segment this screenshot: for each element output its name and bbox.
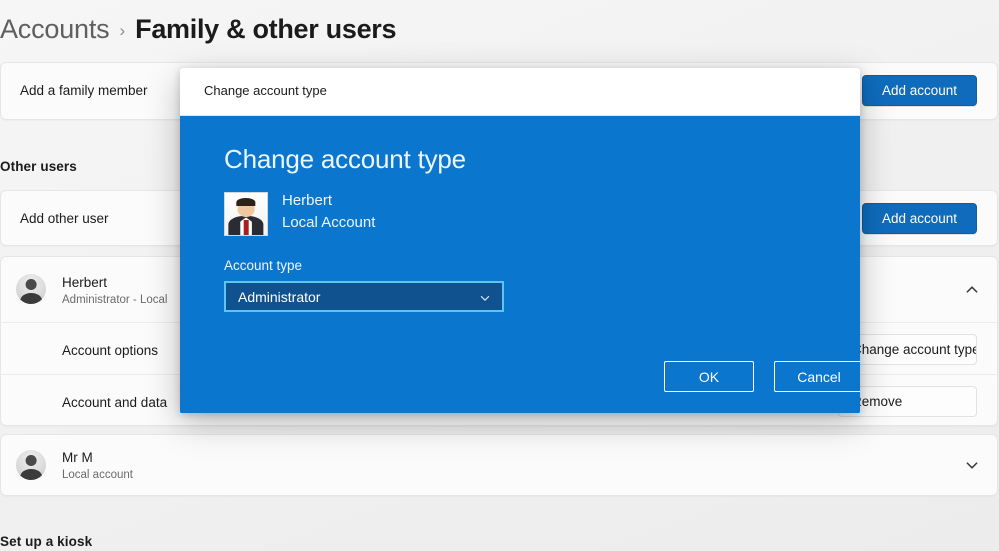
- chevron-up-icon[interactable]: [963, 281, 981, 299]
- avatar-herbert: [16, 274, 46, 304]
- dialog-body: Change account type Herbert Local Accoun…: [180, 116, 860, 413]
- dialog-user-name: Herbert: [282, 192, 332, 209]
- dialog-heading: Change account type: [224, 144, 466, 175]
- chevron-down-icon[interactable]: [963, 456, 981, 474]
- user-subtitle-herbert: Administrator - Local: [62, 294, 167, 306]
- user-name-herbert: Herbert: [62, 275, 107, 290]
- account-options-label: Account options: [62, 343, 158, 358]
- breadcrumb: Accounts › Family & other users: [0, 14, 396, 45]
- cancel-button[interactable]: Cancel: [774, 361, 860, 392]
- kiosk-heading: Set up a kiosk: [0, 534, 92, 549]
- user-subtitle-mrm: Local account: [62, 469, 133, 481]
- add-family-account-button[interactable]: Add account: [862, 75, 977, 106]
- user-name-mrm: Mr M: [62, 450, 93, 465]
- breadcrumb-accounts-link[interactable]: Accounts: [0, 14, 109, 45]
- other-users-heading: Other users: [0, 159, 77, 174]
- ok-button[interactable]: OK: [664, 361, 754, 392]
- account-type-dropdown[interactable]: Administrator: [224, 281, 504, 312]
- account-type-label: Account type: [224, 258, 302, 273]
- breadcrumb-separator-icon: ›: [119, 21, 125, 41]
- user-card-mrm[interactable]: [0, 434, 998, 496]
- dialog-titlebar: Change account type: [180, 68, 860, 116]
- dialog-user-account-type: Local Account: [282, 214, 375, 231]
- change-account-type-dialog: Change account type Change account type …: [180, 68, 860, 413]
- add-other-user-account-button[interactable]: Add account: [862, 203, 977, 234]
- page-title: Family & other users: [135, 14, 396, 45]
- add-other-user-label: Add other user: [20, 211, 109, 226]
- user-portrait-icon: [224, 192, 268, 236]
- account-type-selected-value: Administrator: [238, 289, 320, 305]
- account-and-data-label: Account and data: [62, 395, 167, 410]
- add-family-member-label: Add a family member: [20, 83, 148, 98]
- avatar-mrm: [16, 450, 46, 480]
- chevron-down-icon: [478, 291, 492, 305]
- dialog-titlebar-text: Change account type: [204, 83, 327, 98]
